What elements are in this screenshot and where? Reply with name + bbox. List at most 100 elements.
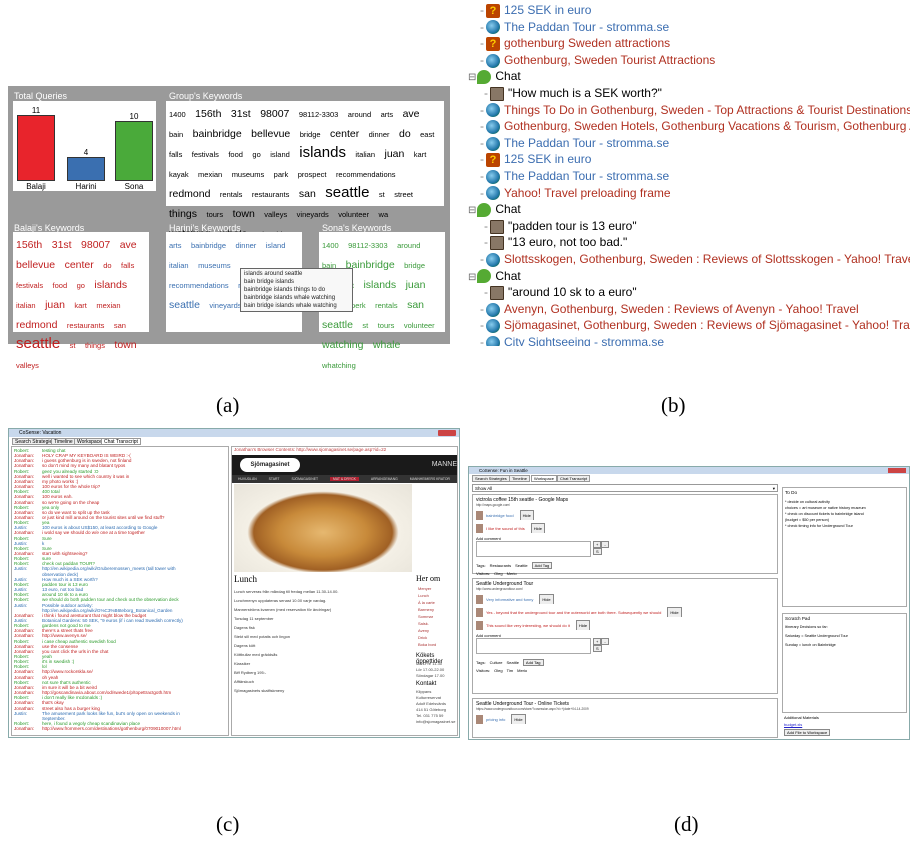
keyword[interactable]: whale (373, 339, 400, 351)
history-item[interactable]: - Gothenburg, Sweden Hotels, Gothenburg V… (480, 118, 910, 135)
tag[interactable]: Seattle (515, 563, 527, 568)
card-url[interactable]: http://maps.google.com/ (476, 503, 774, 507)
keyword[interactable]: arts (169, 241, 182, 250)
tag[interactable]: Restaurants (490, 563, 512, 568)
keyword[interactable]: street (394, 190, 413, 199)
keyword[interactable]: bellevue (251, 128, 290, 140)
window-controls[interactable] (438, 430, 456, 436)
hide-button[interactable]: Hide (667, 607, 682, 617)
hide-button[interactable]: Hide (511, 714, 526, 724)
keyword[interactable]: st (379, 190, 385, 199)
hide-button[interactable]: Hide (530, 523, 545, 533)
scratch-pad[interactable]: Scratch Pad Itinerary Decisions so far: S… (782, 613, 907, 713)
keyword[interactable]: islands (94, 279, 127, 291)
window-controls[interactable] (888, 468, 906, 473)
keyword[interactable]: around (397, 241, 420, 250)
keyword[interactable]: museums (232, 170, 265, 179)
keyword[interactable]: rentals (375, 301, 398, 310)
keyword[interactable]: bain (169, 130, 183, 139)
keyword[interactable]: 98112-3303 (299, 110, 338, 119)
chat-transcript-pane[interactable]: Robert: testing chat Jonathan: HOLY CRAP MY… (11, 446, 229, 736)
keyword[interactable]: food (53, 281, 68, 290)
keyword[interactable]: tours (378, 321, 395, 330)
todo-box[interactable]: To Do * decide on cultural activity choic… (782, 487, 907, 607)
history-item[interactable]: - "padden tour is 13 euro" (484, 218, 637, 234)
keyword[interactable]: ave (120, 239, 137, 251)
keyword[interactable]: volunteer (338, 210, 369, 219)
keyword[interactable]: kart (414, 150, 427, 159)
keyword[interactable]: ave (403, 108, 420, 120)
tag[interactable]: Culture (490, 660, 503, 665)
comment-input[interactable] (476, 638, 591, 654)
keyword[interactable]: valleys (16, 361, 39, 370)
keyword[interactable]: bainbridge (191, 241, 226, 250)
keyword[interactable]: valleys (264, 210, 287, 219)
keyword[interactable]: falls (169, 150, 182, 159)
site-nav-item[interactable]: SJÖMAGASINET (291, 477, 318, 481)
history-item[interactable]: - City Sightseeing - stromma.se (480, 334, 664, 346)
keyword[interactable]: recommendations (169, 281, 229, 290)
site-nav-item[interactable]: MANNHEIMERS KRATOR (410, 477, 450, 481)
keyword[interactable]: vineyards (209, 301, 241, 310)
keyword[interactable]: bellevue (16, 259, 55, 271)
keyword[interactable]: seattle (325, 184, 369, 201)
keyword[interactable]: redmond (169, 188, 210, 200)
keyword[interactable]: go (252, 150, 260, 159)
keyword[interactable]: juan (45, 299, 65, 311)
history-item[interactable]: ⊟ Chat (468, 68, 521, 85)
keyword[interactable]: watching (322, 339, 363, 351)
keyword[interactable]: 98112-3303 (348, 241, 387, 250)
keyword[interactable]: island (270, 150, 290, 159)
site-nav-item[interactable]: ARRANGEMANG (371, 477, 398, 481)
history-item[interactable]: - Gothenburg, Sweden Tourist Attractions (480, 52, 715, 68)
keyword[interactable]: go (77, 281, 85, 290)
keyword[interactable]: restaurants (252, 190, 290, 199)
keyword[interactable]: 31st (231, 108, 251, 120)
minus-button[interactable]: - (601, 541, 609, 548)
keyword[interactable]: festivals (16, 281, 43, 290)
site-nav-item[interactable]: MAT & DRYCK (330, 477, 359, 481)
keyword[interactable]: wa (379, 210, 389, 219)
materials-link[interactable]: budget.xls (784, 722, 802, 727)
keyword[interactable]: 98007 (81, 239, 110, 251)
keyword[interactable]: things (169, 208, 197, 220)
keyword[interactable]: mexian (198, 170, 222, 179)
keyword[interactable]: st (362, 321, 368, 330)
keyword[interactable]: bridge (404, 261, 425, 270)
keyword[interactable]: italian (16, 301, 36, 310)
card-url[interactable]: http://www.undergroundtour.com/ (476, 587, 774, 591)
keyword[interactable]: tours (206, 210, 223, 219)
minus-button[interactable]: - (601, 638, 609, 645)
keyword[interactable]: center (330, 128, 359, 140)
collapse-icon[interactable]: ⊟ (468, 205, 476, 216)
keyword[interactable]: town (114, 339, 136, 351)
keyword[interactable]: recommendations (336, 170, 396, 179)
history-item[interactable]: - Yahoo! Travel preloading frame (480, 185, 671, 201)
keyword[interactable]: 31st (52, 239, 72, 251)
hide-button[interactable]: Hide (519, 510, 534, 520)
history-item[interactable]: - "How much is a SEK worth?" (484, 85, 662, 101)
keyword[interactable]: islands (299, 144, 346, 161)
keyword[interactable]: perk (351, 301, 366, 310)
keyword[interactable]: park (274, 170, 289, 179)
history-item[interactable]: -? gothenburg Sweden attractions (480, 35, 670, 52)
add-tag-button[interactable]: Add Tag (531, 562, 553, 569)
keyword[interactable]: seattle (16, 335, 60, 352)
keyword[interactable]: east (420, 130, 434, 139)
keyword[interactable]: restaurants (67, 321, 105, 330)
plus-button[interactable]: + (593, 541, 602, 548)
keyword[interactable]: around (348, 110, 371, 119)
keyword[interactable]: museums (198, 261, 231, 270)
history-item[interactable]: - Things To Do in Gothenburg, Sweden - To… (480, 102, 910, 118)
keyword[interactable]: bainbridge (193, 128, 242, 140)
keyword[interactable]: italian (169, 261, 189, 270)
tab-chat-transcript[interactable]: Chat Transcript (101, 438, 141, 445)
keyword[interactable]: island (266, 241, 286, 250)
keyword[interactable]: dinner (235, 241, 256, 250)
keyword[interactable]: st (70, 341, 76, 350)
site-nav-item[interactable]: START (269, 477, 280, 481)
collapse-icon[interactable]: ⊟ (468, 72, 476, 83)
keyword[interactable]: arts (381, 110, 394, 119)
submit-comment-button[interactable]: S (593, 645, 602, 652)
keyword[interactable]: do (103, 261, 111, 270)
